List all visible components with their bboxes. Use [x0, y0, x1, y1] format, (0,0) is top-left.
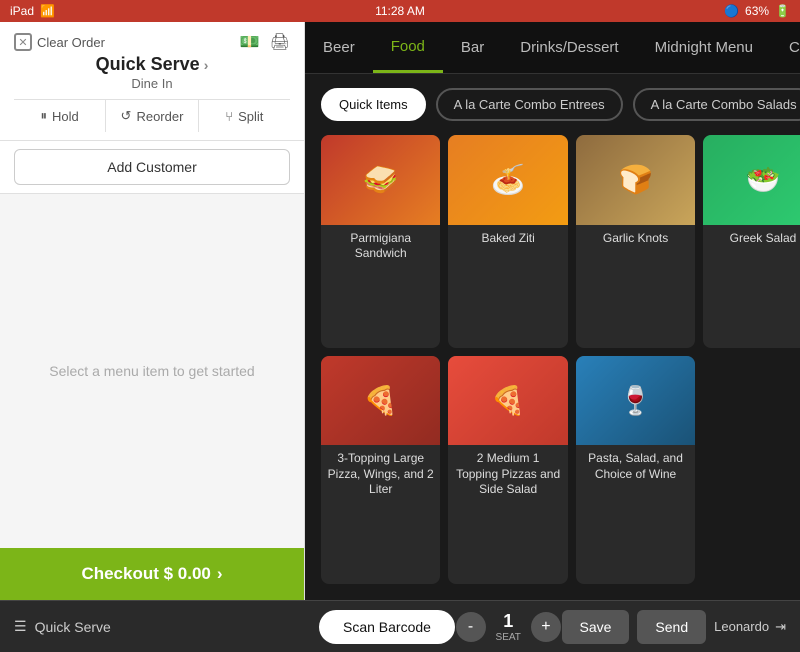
food-item-img-pizza-wings: 🍕	[321, 356, 440, 446]
food-item-img-pasta: 🍷	[576, 356, 695, 446]
checkout-label: Checkout $ 0.00	[81, 564, 210, 584]
quick-serve-title: Quick Serve	[96, 54, 200, 75]
logout-icon: ⇥	[775, 619, 786, 635]
split-label: Split	[238, 109, 263, 124]
food-item-img-garlic-knots: 🍞	[576, 135, 695, 225]
plus-seat-button[interactable]: +	[531, 612, 561, 642]
food-item-parmigiana[interactable]: 🥪 Parmigiana Sandwich	[321, 135, 440, 348]
seat-number: 1	[496, 611, 521, 632]
clear-order-button[interactable]: ✕ Clear Order	[14, 33, 105, 51]
food-item-greek-salad[interactable]: 🥗 Greek Salad	[703, 135, 800, 348]
tab-food[interactable]: Food	[373, 22, 443, 73]
minus-seat-button[interactable]: -	[456, 612, 486, 642]
food-item-img-two-pizzas: 🍕	[448, 356, 567, 446]
food-item-label-pasta: Pasta, Salad, and Choice of Wine	[576, 445, 695, 490]
reorder-label: Reorder	[136, 109, 183, 124]
title-arrow: ›	[204, 57, 209, 73]
food-item-img-greek-salad: 🥗	[703, 135, 800, 225]
clear-order-label: Clear Order	[37, 35, 105, 50]
left-panel: ✕ Clear Order 💵 🖨 Quick Serve › Dine In	[0, 22, 305, 600]
user-button[interactable]: Leonardo ⇥	[714, 619, 786, 635]
split-icon: ⑂	[225, 109, 233, 124]
food-item-img-baked-ziti: 🍝	[448, 135, 567, 225]
status-bar-left: iPad 📶	[10, 4, 55, 18]
food-item-label-two-pizzas: 2 Medium 1 Topping Pizzas and Side Salad	[448, 445, 567, 506]
dollar-icon-button[interactable]: 💵	[240, 32, 260, 52]
scan-barcode-button[interactable]: Scan Barcode	[319, 610, 455, 644]
hold-button[interactable]: ⏸ Hold	[14, 100, 106, 132]
save-button[interactable]: Save	[562, 610, 630, 644]
checkout-bar[interactable]: Checkout $ 0.00 ›	[0, 548, 304, 600]
user-label: Leonardo	[714, 619, 769, 634]
bottom-bar-left: ☰ Quick Serve	[0, 618, 305, 635]
status-bar-time: 11:28 AM	[375, 4, 425, 18]
hamburger-icon: ☰	[14, 618, 27, 635]
hamburger-menu-button[interactable]: ☰ Quick Serve	[14, 618, 111, 635]
status-bar: iPad 📶 11:28 AM 🔵 63% 🔋	[0, 0, 800, 22]
tab-bar[interactable]: Bar	[443, 22, 502, 73]
food-item-label-garlic-knots: Garlic Knots	[576, 225, 695, 255]
right-panel: Beer Food Bar Drinks/Dessert Midnight Me…	[305, 22, 800, 600]
tab-more[interactable]: Co...	[771, 22, 800, 73]
tab-beer[interactable]: Beer	[305, 22, 373, 73]
food-item-label-greek-salad: Greek Salad	[703, 225, 800, 255]
menu-tab-combo-salads[interactable]: A la Carte Combo Salads	[633, 88, 800, 121]
food-item-two-pizzas[interactable]: 🍕 2 Medium 1 Topping Pizzas and Side Sal…	[448, 356, 567, 584]
x-icon: ✕	[14, 33, 32, 51]
battery-label: 63%	[745, 4, 769, 18]
food-grid: 🥪 Parmigiana Sandwich 🍝 Baked Ziti 🍞 Gar…	[305, 131, 800, 600]
bottom-actions: Save Send Leonardo ⇥	[562, 610, 786, 644]
hold-icon: ⏸	[41, 108, 48, 124]
menu-tab-quick-items[interactable]: Quick Items	[321, 88, 426, 121]
tab-drinks-dessert[interactable]: Drinks/Dessert	[502, 22, 636, 73]
left-header: ✕ Clear Order 💵 🖨 Quick Serve › Dine In	[0, 22, 304, 141]
food-item-pasta[interactable]: 🍷 Pasta, Salad, and Choice of Wine	[576, 356, 695, 584]
wifi-icon: 📶	[40, 4, 55, 18]
battery-icon: 🔋	[775, 4, 790, 18]
hold-label: Hold	[52, 109, 79, 124]
menu-header: Quick Items A la Carte Combo Entrees A l…	[305, 74, 800, 131]
dine-in-label: Dine In	[14, 76, 290, 91]
reorder-icon: ↺	[121, 108, 132, 124]
checkout-arrow: ›	[217, 564, 223, 584]
status-bar-right: 🔵 63% 🔋	[724, 4, 790, 18]
empty-order-message: Select a menu item to get started	[49, 363, 254, 379]
food-item-pizza-wings[interactable]: 🍕 3-Topping Large Pizza, Wings, and 2 Li…	[321, 356, 440, 584]
ipad-label: iPad	[10, 4, 34, 18]
dollar-icon: 💵	[240, 34, 260, 51]
tab-midnight-menu[interactable]: Midnight Menu	[637, 22, 771, 73]
seat-label: SEAT	[496, 632, 521, 643]
food-item-img-parmigiana: 🥪	[321, 135, 440, 225]
bottom-bar-right: Scan Barcode - 1 SEAT + Save Send Leonar…	[305, 610, 800, 644]
menu-tab-combo-entrees[interactable]: A la Carte Combo Entrees	[436, 88, 623, 121]
bluetooth-icon: 🔵	[724, 4, 739, 18]
print-icon: 🖨	[270, 34, 290, 51]
print-icon-button[interactable]: 🖨	[270, 32, 290, 52]
food-item-label-parmigiana: Parmigiana Sandwich	[321, 225, 440, 270]
add-customer-section: Add Customer	[0, 141, 304, 194]
order-empty-area: Select a menu item to get started	[0, 194, 304, 548]
reorder-button[interactable]: ↺ Reorder	[106, 100, 198, 132]
food-item-label-baked-ziti: Baked Ziti	[448, 225, 567, 255]
seat-display: 1 SEAT	[496, 611, 521, 643]
food-item-baked-ziti[interactable]: 🍝 Baked Ziti	[448, 135, 567, 348]
add-customer-button[interactable]: Add Customer	[14, 149, 290, 185]
split-button[interactable]: ⑂ Split	[199, 100, 290, 132]
food-item-label-pizza-wings: 3-Topping Large Pizza, Wings, and 2 Lite…	[321, 445, 440, 506]
seat-controls: - 1 SEAT +	[456, 611, 561, 643]
food-item-garlic-knots[interactable]: 🍞 Garlic Knots	[576, 135, 695, 348]
bottom-bar: ☰ Quick Serve Scan Barcode - 1 SEAT + Sa…	[0, 600, 800, 652]
send-button[interactable]: Send	[637, 610, 706, 644]
quick-serve-bottom-label: Quick Serve	[35, 619, 111, 635]
nav-tabs: Beer Food Bar Drinks/Dessert Midnight Me…	[305, 22, 800, 74]
